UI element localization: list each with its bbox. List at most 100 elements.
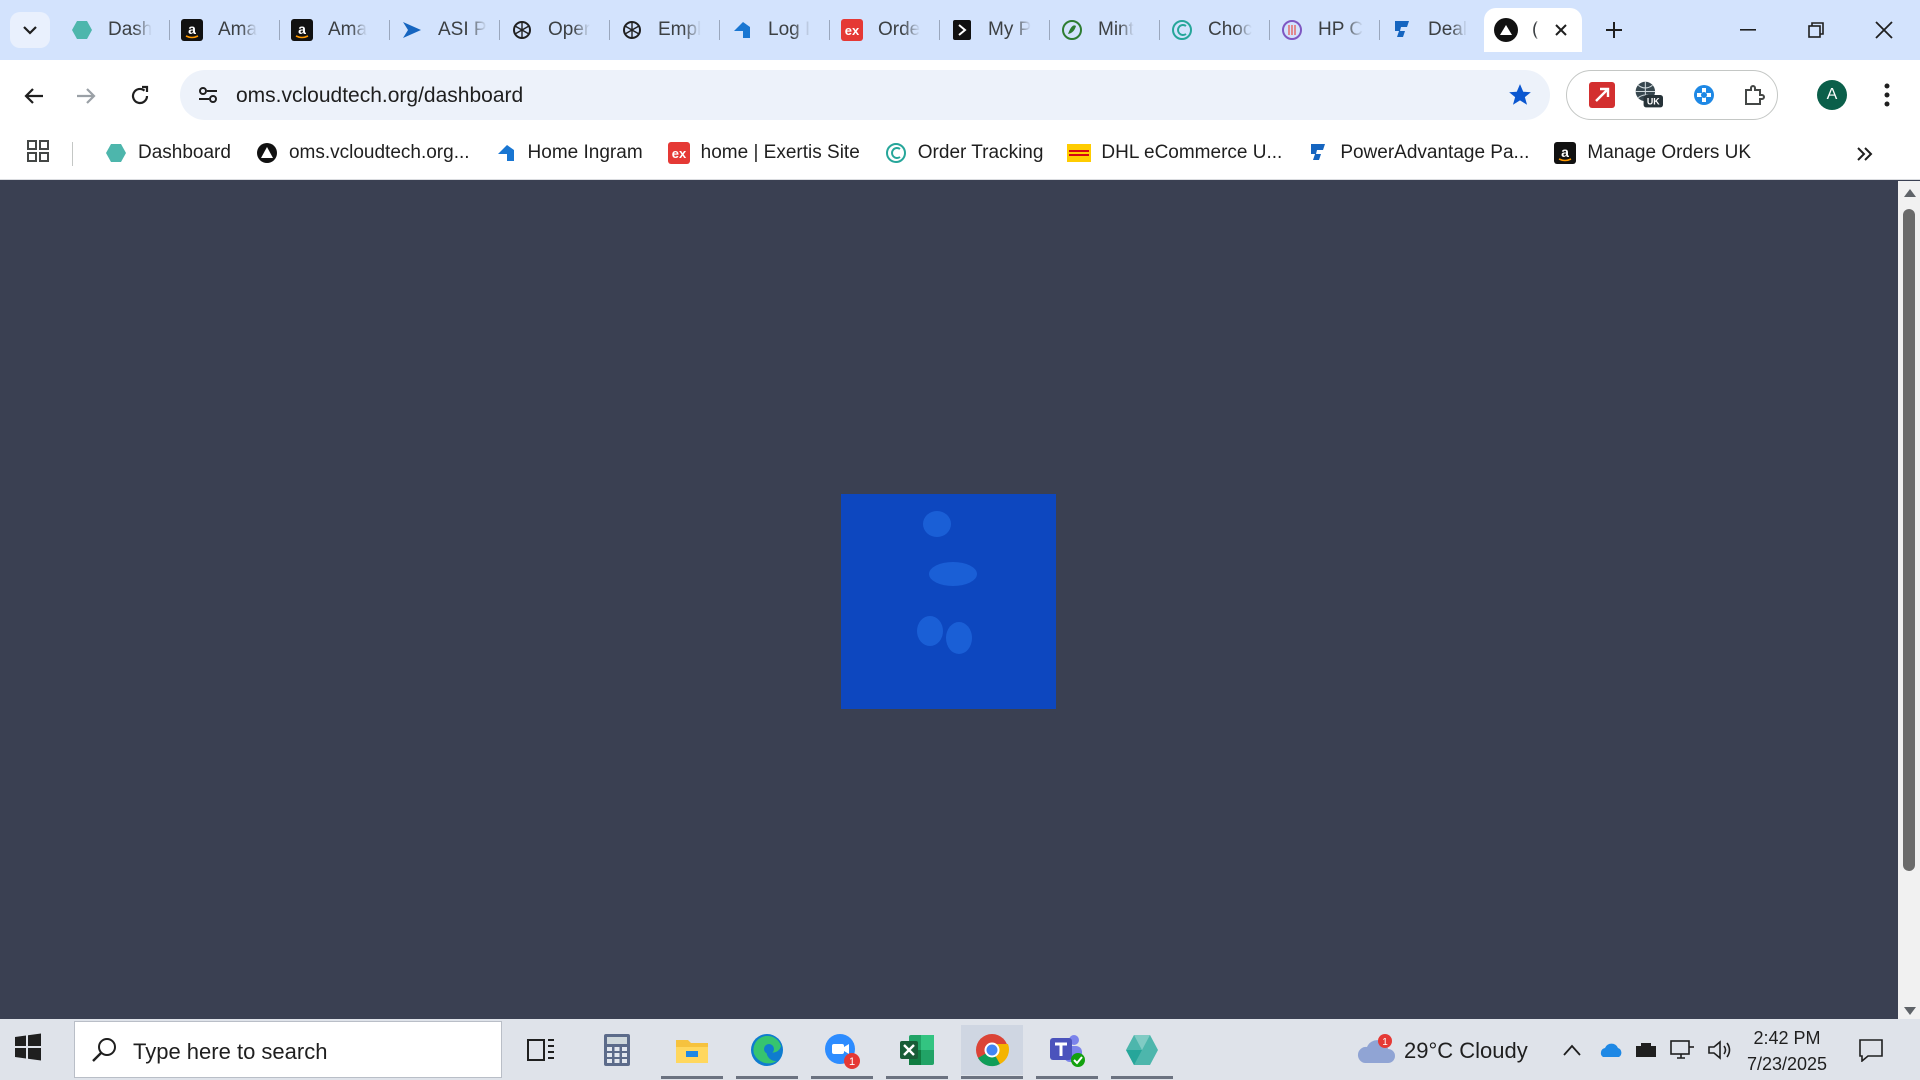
tab-title: Ama [218, 19, 258, 40]
edge-browser-icon[interactable] [736, 1025, 798, 1079]
chevron-up-icon[interactable] [1558, 1019, 1586, 1080]
tab-active[interactable]: ( [1484, 8, 1582, 52]
minimize-icon [1740, 29, 1756, 31]
tab-title: ASI P [438, 19, 487, 40]
tab[interactable]: a Ama [170, 8, 280, 52]
windows-start-icon[interactable] [14, 1033, 48, 1067]
tab[interactable]: Choc [1160, 8, 1270, 52]
vpn-uk-icon[interactable]: UK [1633, 80, 1663, 110]
bookmark-item[interactable]: oms.vcloudtech.org... [247, 136, 478, 170]
close-tab-icon[interactable] [1548, 17, 1574, 43]
svg-text:a: a [298, 21, 306, 37]
scroll-down-icon[interactable] [1904, 1007, 1916, 1015]
teams-icon[interactable] [1036, 1025, 1098, 1079]
tab[interactable]: a Ama [280, 8, 390, 52]
extensions-group: UK [1566, 70, 1778, 120]
taskbar: Type here to search 1 1 29°C Cloudy 2:42… [0, 1019, 1920, 1080]
more-menu-icon[interactable] [1872, 78, 1902, 112]
apps-grid-icon[interactable] [26, 139, 54, 167]
tab[interactable]: HP C [1270, 8, 1380, 52]
notification-icon[interactable] [1852, 1019, 1890, 1080]
tab[interactable]: My P [940, 8, 1050, 52]
openai-icon [510, 18, 534, 42]
bookmarks-bar: Dashboard oms.vcloudtech.org... Home Ingra… [0, 128, 1920, 180]
zoom-app-icon[interactable]: 1 [811, 1025, 873, 1079]
svg-text:ex: ex [671, 146, 686, 161]
bookmark-star-icon[interactable] [1506, 81, 1534, 109]
search-icon [92, 1038, 116, 1062]
battery-icon[interactable] [1632, 1019, 1662, 1080]
address-bar[interactable]: oms.vcloudtech.org/dashboard [180, 70, 1550, 120]
amazon-icon: a [180, 18, 204, 42]
tab-title: My P [988, 19, 1032, 40]
taskbar-search-box[interactable]: Type here to search [74, 1021, 502, 1078]
task-view-icon[interactable] [510, 1025, 572, 1075]
amazon-icon: a [1553, 141, 1577, 165]
tab[interactable]: Empl [610, 8, 720, 52]
volume-icon[interactable] [1704, 1019, 1736, 1080]
triangle-logo-icon [255, 141, 279, 165]
reload-button[interactable] [120, 76, 160, 116]
tab[interactable]: Mint [1050, 8, 1160, 52]
close-window-button[interactable] [1850, 0, 1918, 60]
tab[interactable]: Dash [60, 8, 170, 52]
arrow-play-icon [400, 18, 424, 42]
bookmark-list: Dashboard oms.vcloudtech.org... Home Ingra… [96, 136, 1767, 170]
back-button[interactable] [14, 76, 54, 116]
onedrive-icon[interactable] [1596, 1019, 1626, 1080]
tab[interactable]: Oper [500, 8, 610, 52]
chrome-icon[interactable] [961, 1025, 1023, 1079]
bookmark-item[interactable]: Dashboard [96, 136, 239, 170]
file-explorer-icon[interactable] [661, 1025, 723, 1079]
chevron-down-icon [23, 26, 37, 35]
weather-icon[interactable]: 1 [1356, 1019, 1398, 1080]
hexagon-icon [104, 141, 128, 165]
tab-search-button[interactable] [10, 12, 50, 48]
extension-cross-icon[interactable] [1689, 80, 1719, 110]
system-clock[interactable]: 2:42 PM 7/23/2025 [1742, 1025, 1832, 1077]
scroll-thumb[interactable] [1903, 209, 1915, 871]
minimize-button[interactable] [1714, 0, 1782, 60]
tab[interactable]: Deal [1380, 8, 1490, 52]
tab-title: Orde [878, 19, 921, 40]
tab-title: Oper [548, 19, 591, 40]
tab-title: Log I [768, 19, 811, 40]
bookmark-item[interactable]: Home Ingram [486, 136, 651, 170]
bookmark-item[interactable]: ex home | Exertis Site [659, 136, 868, 170]
bookmark-item[interactable]: PowerAdvantage Pa... [1298, 136, 1537, 170]
more-bookmarks-icon[interactable] [1850, 140, 1880, 168]
tab[interactable]: ASI P [390, 8, 500, 52]
loader-dot [923, 511, 951, 537]
bookmark-item[interactable]: Order Tracking [876, 136, 1052, 170]
scroll-up-icon[interactable] [1904, 189, 1916, 197]
tab-list: Dash a Ama a Ama ASI P Oper Empl Log I ex Orde My P… [60, 8, 1490, 52]
tab-title: HP C [1318, 19, 1364, 40]
network-icon[interactable] [1666, 1019, 1698, 1080]
tab-title: Deal [1428, 19, 1468, 40]
tab-title: Ama [328, 19, 368, 40]
openai-icon [620, 18, 644, 42]
tab[interactable]: Log I [720, 8, 830, 52]
restore-button[interactable] [1782, 0, 1850, 60]
hexagon-app-icon[interactable] [1111, 1025, 1173, 1079]
bookmark-item[interactable]: DHL eCommerce U... [1059, 136, 1290, 170]
tab[interactable]: ex Orde [830, 8, 940, 52]
new-tab-button[interactable] [1596, 12, 1632, 48]
pdf-icon[interactable] [1587, 80, 1617, 110]
amazon-icon: a [290, 18, 314, 42]
profile-avatar[interactable]: A [1817, 80, 1847, 110]
url-text[interactable]: oms.vcloudtech.org/dashboard [236, 84, 523, 108]
weather-text[interactable]: 29°C Cloudy [1404, 1038, 1528, 1064]
browser-toolbar: oms.vcloudtech.org/dashboard UK A [0, 60, 1920, 128]
forward-button[interactable] [66, 76, 106, 116]
site-settings-icon[interactable] [194, 81, 222, 109]
bookmark-item[interactable]: a Manage Orders UK [1545, 136, 1759, 170]
excel-icon[interactable] [886, 1025, 948, 1079]
calculator-icon[interactable] [586, 1025, 648, 1075]
bookmark-label: Order Tracking [917, 142, 1044, 163]
puzzle-icon[interactable] [1739, 80, 1769, 110]
vertical-scrollbar[interactable] [1898, 181, 1920, 1019]
svg-text:UK: UK [1647, 97, 1660, 107]
clock-date: 7/23/2025 [1746, 1054, 1828, 1074]
loader-dot [946, 622, 972, 654]
